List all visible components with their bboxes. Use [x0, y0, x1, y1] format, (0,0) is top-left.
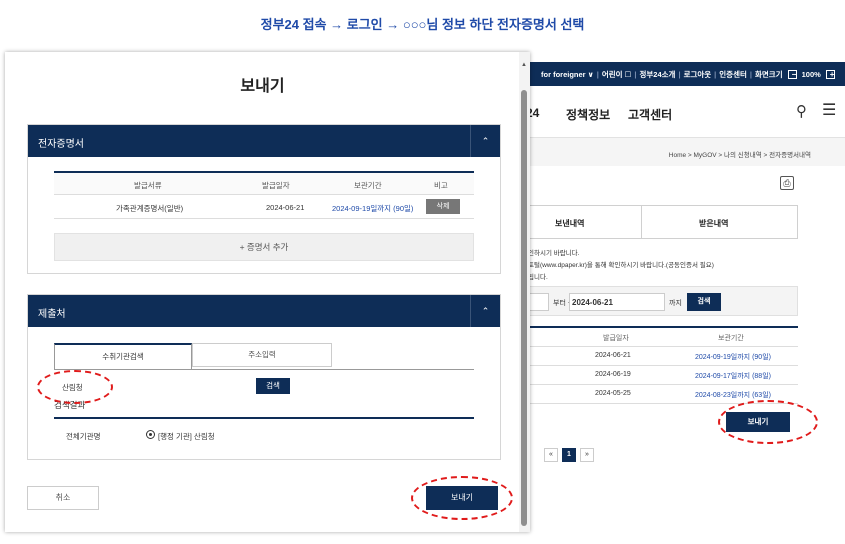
recipient-search-button[interactable]: 검색 [256, 378, 290, 394]
page-1-button[interactable]: 1 [562, 448, 576, 462]
next-page-button[interactable]: » [580, 448, 594, 462]
doc-name: 가족관계증명서(일반) [116, 204, 184, 213]
print-icon[interactable]: ⎙ [780, 176, 794, 190]
section-header[interactable]: 전자증명서 ⌃ [28, 125, 500, 157]
prev-page-button[interactable]: « [544, 448, 558, 462]
modal-title: 보내기 [240, 78, 285, 95]
notice-line: 포털(www.dpaper.kr)을 통해 확인하시기 바랍니다.(공동인증서 … [528, 262, 714, 269]
all-orgs-label: 전체기관명 [66, 432, 101, 441]
background-page: for foreigner ∨ | 어린이 ☐ | 정부24소개 | 로그아웃 | 인증… [520, 62, 845, 544]
delete-button[interactable]: 삭제 [426, 199, 460, 214]
divider [54, 417, 474, 419]
menu-icon[interactable]: ☰ [822, 100, 836, 120]
history-tabs: 보낸내역 받은내역 [520, 205, 798, 239]
section-title: 제출처 [38, 309, 66, 320]
kids-link[interactable]: 어린이 ☐ [599, 69, 635, 80]
section-header[interactable]: 제출처 ⌃ [28, 295, 500, 327]
table-row: 가족관계증명서(일반) 2024-06-21 2024-09-19일까지 (90… [54, 195, 474, 219]
zoom-out-button[interactable]: − [787, 69, 797, 79]
screen-size-label: 화면크기 [755, 69, 783, 79]
section-title: 전자증명서 [38, 139, 84, 150]
start-date-field[interactable] [529, 293, 549, 311]
certificate-table: 발급서류 발급일자 보관기간 비고 가족관계증명서(일반) 2024-06-21… [54, 171, 474, 219]
about-link[interactable]: 정부24소개 [637, 69, 679, 80]
retention-link[interactable]: 2024-09-19일까지 (90일) [695, 352, 771, 362]
breadcrumb-text: Home > MyGOV > 나의 신청내역 > 전자증명서내역 [668, 152, 811, 159]
table-row[interactable]: 2024-06-19 2024-09-17일까지 (88일) [520, 366, 798, 385]
filter-search-button[interactable]: 검색 [687, 293, 721, 311]
scrollbar-thumb[interactable] [521, 90, 527, 526]
end-date-field[interactable]: 2024-06-21 [569, 293, 665, 311]
retention-link[interactable]: 2024-08-23일까지 (63일) [695, 390, 771, 400]
instruction-caption: 정부24 접속 → 로그인 → ○○○님 정보 하단 전자증명서 선택 [260, 17, 585, 32]
table-row[interactable]: 2024-05-25 2024-08-23일까지 (63일) [520, 385, 798, 404]
nav-customer-center[interactable]: 고객센터 [628, 106, 672, 123]
certificate-section: 전자증명서 ⌃ 발급서류 발급일자 보관기간 비고 가족관계증명서(일반) 20… [27, 124, 501, 274]
doc-date: 2024-06-21 [266, 203, 305, 212]
notice-line: 인하시기 바랍니다. [528, 250, 580, 257]
send-modal: 보내기 ▲ 전자증명서 ⌃ 발급서류 발급일자 보관기간 비고 가족관계증명서(… [5, 52, 530, 532]
header-period: 보관기간 [354, 181, 382, 190]
logout-link[interactable]: 로그아웃 [681, 69, 715, 80]
zoom-level: 100% [801, 69, 821, 79]
foreigner-link[interactable]: for foreigner ∨ [538, 70, 597, 79]
add-certificate-button[interactable]: + 증명서 추가 [54, 233, 474, 261]
search-icon[interactable]: ⚲ [796, 102, 807, 120]
cert-center-link[interactable]: 인증센터 [716, 69, 750, 80]
issue-date: 2024-05-25 [595, 390, 631, 397]
global-nav: 24 정책정보 고객센터 ⚲ ☰ [520, 86, 845, 138]
date-filter: 부터 ~ 2024-06-21 까지 검색 [520, 286, 798, 316]
send-button[interactable]: 보내기 [426, 486, 498, 510]
table-row[interactable]: 2024-06-21 2024-09-19일까지 (90일) [520, 347, 798, 366]
issue-date: 2024-06-19 [595, 371, 631, 378]
table-header: 발급일자 보관기간 [520, 328, 798, 347]
notice-line: 됩니다. [528, 274, 548, 281]
recipient-search-input[interactable] [62, 380, 230, 394]
to-label: 까지 [669, 300, 682, 307]
tab-sent[interactable]: 보낸내역 [555, 218, 584, 229]
tab-address-input[interactable]: 주소입력 [192, 343, 332, 367]
history-table: 발급일자 보관기간 2024-06-21 2024-09-19일까지 (90일)… [520, 326, 798, 404]
search-row: 검색 [54, 369, 474, 394]
breadcrumb: Home > MyGOV > 나의 신청내역 > 전자증명서내역 [520, 138, 845, 166]
org-radio[interactable] [146, 430, 155, 439]
chevron-up-icon[interactable]: ⌃ [470, 125, 500, 157]
scroll-up-icon[interactable]: ▲ [521, 62, 527, 68]
org-name[interactable]: [행정 기관] 산림청 [158, 431, 215, 442]
utility-bar: for foreigner ∨ | 어린이 ☐ | 정부24소개 | 로그아웃 | 인증… [520, 62, 845, 86]
zoom-in-button[interactable]: + [825, 69, 835, 79]
recipient-tabs: 수취기관검색 주소입력 [54, 343, 334, 369]
header-doc: 발급서류 [134, 181, 162, 190]
tab-received[interactable]: 받은내역 [699, 218, 728, 229]
table-header: 발급서류 발급일자 보관기간 비고 [54, 173, 474, 195]
doc-period: 2024-09-19일까지 (90일) [332, 204, 414, 213]
notice-text: 인하시기 바랍니다. 포털(www.dpaper.kr)을 통해 확인하시기 바… [528, 248, 714, 284]
header-date: 발급일자 [262, 181, 290, 190]
header-issue-date: 발급일자 [603, 335, 629, 342]
page-send-button[interactable]: 보내기 [726, 412, 790, 432]
pagination: « 1 » [544, 448, 594, 462]
tab-recipient-search[interactable]: 수취기관검색 [54, 343, 192, 369]
header-note: 비고 [434, 181, 448, 190]
result-label: 검색결과 [54, 400, 86, 410]
nav-policy-info[interactable]: 정책정보 [566, 106, 610, 123]
issue-date: 2024-06-21 [595, 352, 631, 359]
recipient-section: 제출처 ⌃ 수취기관검색 주소입력 검색 검색결과 전체기관명 [행정 기관] … [27, 294, 501, 460]
cancel-button[interactable]: 취소 [27, 486, 99, 510]
retention-link[interactable]: 2024-09-17일까지 (88일) [695, 371, 771, 381]
chevron-up-icon[interactable]: ⌃ [470, 295, 500, 327]
header-retention: 보관기간 [718, 335, 744, 342]
